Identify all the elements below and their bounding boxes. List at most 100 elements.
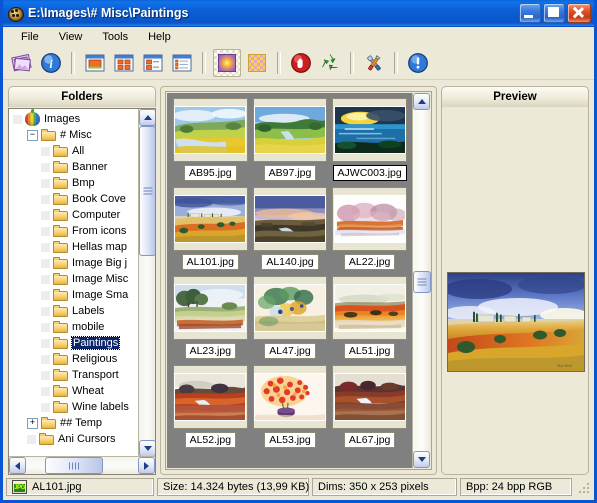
tools-icon[interactable] <box>361 50 387 76</box>
folder-hscroll-thumb[interactable] <box>45 457 103 474</box>
folder-tree-item[interactable]: Religious <box>11 351 139 367</box>
folder-icon <box>53 336 69 350</box>
folder-tree-item[interactable]: Hellas map <box>11 239 139 255</box>
pattern-checker-icon[interactable] <box>244 50 270 76</box>
folder-icon <box>53 304 69 318</box>
recycle-icon[interactable] <box>317 50 343 76</box>
thumbnail-filename: AB95.jpg <box>184 165 237 181</box>
window-controls <box>519 3 591 23</box>
folder-tree-item[interactable]: Ani Cursors <box>11 431 139 447</box>
folder-tree-vscrollbar[interactable] <box>138 109 155 457</box>
tree-line <box>41 194 50 204</box>
folder-tree-item[interactable]: Image Misc <box>11 271 139 287</box>
app-palette-icon <box>7 5 24 22</box>
scroll-grip-icon <box>68 462 80 469</box>
folder-tree-item[interactable]: mobile <box>11 319 139 335</box>
folder-tree-item[interactable]: Wheat <box>11 383 139 399</box>
folder-tree-item-label: Paintings <box>70 336 121 350</box>
folder-scroll-down-button[interactable] <box>139 440 155 457</box>
thumbnail-tile[interactable]: AL51.jpg <box>332 276 407 359</box>
thumbnail-tile[interactable]: AL23.jpg <box>173 276 248 359</box>
tree-line <box>41 354 50 364</box>
folder-tree-item[interactable]: Transport <box>11 367 139 383</box>
thumbnail-tile[interactable]: AL22.jpg <box>332 187 407 270</box>
thumbnails-icon[interactable] <box>9 50 35 76</box>
art-red-flowers-icon <box>253 373 326 421</box>
folder-tree-item-label: # Misc <box>60 129 92 141</box>
folder-scroll-right-button[interactable] <box>138 457 155 474</box>
title-bar[interactable]: E:\Images\# Misc\Paintings <box>3 0 594 27</box>
maximize-button[interactable] <box>543 3 565 23</box>
folder-tree-item-label: Hellas map <box>72 241 128 253</box>
art-tuscany-icon <box>174 195 247 243</box>
thumbnail-tile[interactable]: AB97.jpg <box>252 98 328 181</box>
folder-tree-item[interactable]: Book Cove <box>11 191 139 207</box>
preview-body[interactable]: Alan Reed <box>441 107 589 475</box>
folder-tree[interactable]: Images − # Misc All Banner Bmp Book Cove Comput… <box>9 109 139 457</box>
close-button[interactable] <box>567 3 591 23</box>
folder-icon <box>53 400 69 414</box>
tree-line <box>41 274 50 284</box>
thumbnails-scroll-up-button[interactable] <box>413 93 430 110</box>
view-large-icons-icon[interactable] <box>82 50 108 76</box>
status-file-name: AL101.jpg <box>32 481 82 493</box>
folder-tree-item[interactable]: From icons <box>11 223 139 239</box>
expand-icon[interactable]: + <box>27 417 38 429</box>
thumbnails-scroll-down-button[interactable] <box>413 451 430 468</box>
folder-tree-item[interactable]: − # Misc <box>11 127 139 143</box>
view-list-icon[interactable] <box>140 50 166 76</box>
toolbar-separator <box>277 52 281 74</box>
view-details-icon[interactable] <box>169 50 195 76</box>
folder-tree-container: Images − # Misc All Banner Bmp Book Cove Comput… <box>8 108 156 475</box>
menu-view[interactable]: View <box>49 29 93 45</box>
stop-icon[interactable] <box>288 50 314 76</box>
folder-tree-item[interactable]: + ## Temp <box>11 415 139 431</box>
folder-tree-hscrollbar[interactable] <box>9 456 155 474</box>
preview-pane: Preview Alan Reed <box>441 86 589 475</box>
thumbnails-inner: AB95.jpg AB97.jpg AJWC003.jpg AL101.jpg … <box>165 91 432 470</box>
view-thumbnails-icon[interactable] <box>111 50 137 76</box>
folder-tree-item[interactable]: Computer <box>11 207 139 223</box>
menu-file[interactable]: File <box>11 29 49 45</box>
thumbnail-tile[interactable]: AL47.jpg <box>252 276 328 359</box>
folder-tree-item[interactable]: Image Big j <box>11 255 139 271</box>
thumbnails-scroll-area[interactable]: AB95.jpg AB97.jpg AJWC003.jpg AL101.jpg … <box>167 93 413 468</box>
about-icon[interactable] <box>405 50 431 76</box>
folder-tree-item[interactable]: Paintings <box>11 335 139 351</box>
thumbnail-tile[interactable]: AB95.jpg <box>173 98 248 181</box>
menu-help[interactable]: Help <box>138 29 181 45</box>
folder-tree-item[interactable]: Bmp <box>11 175 139 191</box>
art-green-valley-icon <box>253 106 326 154</box>
pattern-radial-icon[interactable] <box>213 49 241 77</box>
tree-line <box>41 258 50 268</box>
folder-tree-item[interactable]: Wine labels <box>11 399 139 415</box>
resize-grip-icon[interactable] <box>577 480 591 494</box>
thumbnail-tile[interactable]: AL140.jpg <box>252 187 328 270</box>
folder-scroll-thumb[interactable] <box>139 126 155 256</box>
thumbnail-image <box>252 98 328 162</box>
thumbnails-scroll-thumb[interactable] <box>413 271 431 293</box>
folder-tree-item-label: ## Temp <box>60 417 102 429</box>
minimize-button[interactable] <box>519 3 541 23</box>
collapse-icon[interactable]: − <box>27 129 38 141</box>
thumbnail-tile[interactable]: AJWC003.jpg <box>332 98 407 181</box>
thumbnail-image <box>332 98 407 162</box>
thumbnail-tile[interactable]: AL67.jpg <box>332 365 407 448</box>
status-bar: JPG AL101.jpg Size: 14.324 bytes (13,99 … <box>6 477 591 497</box>
folder-icon <box>39 432 55 446</box>
thumbnails-vscrollbar[interactable] <box>412 93 431 468</box>
folder-tree-item[interactable]: Image Sma <box>11 287 139 303</box>
folder-tree-item[interactable]: Images <box>11 111 139 127</box>
folder-tree-item[interactable]: Banner <box>11 159 139 175</box>
folder-tree-item[interactable]: Labels <box>11 303 139 319</box>
folder-scroll-left-button[interactable] <box>9 457 26 474</box>
menu-tools[interactable]: Tools <box>92 29 138 45</box>
thumbnail-tile[interactable]: AL52.jpg <box>173 365 248 448</box>
info-icon[interactable]: i <box>38 50 64 76</box>
folder-scroll-up-button[interactable] <box>139 109 155 126</box>
thumbnail-image <box>252 365 328 429</box>
thumbnail-tile[interactable]: AL53.jpg <box>252 365 328 448</box>
thumbnail-tile[interactable]: AL101.jpg <box>173 187 248 270</box>
art-green-bouquet-icon <box>253 284 326 332</box>
folder-tree-item[interactable]: All <box>11 143 139 159</box>
